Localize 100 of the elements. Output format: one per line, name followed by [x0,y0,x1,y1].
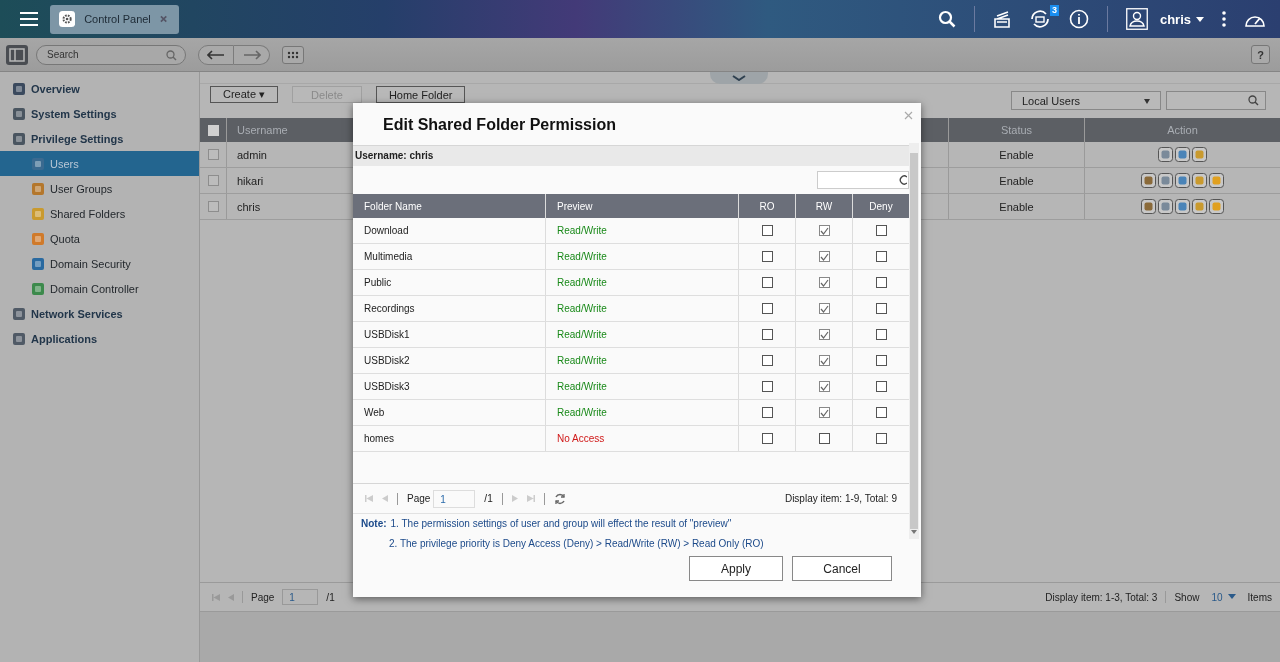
checkbox[interactable] [875,381,887,392]
sidebar-item[interactable]: Domain Security [0,251,199,276]
collapse-tab[interactable] [710,72,768,84]
checkbox[interactable] [761,329,773,340]
more-icon[interactable] [1222,11,1226,27]
sidebar-item[interactable]: User Groups [0,176,199,201]
stack-icon[interactable] [992,9,1011,29]
search-field[interactable] [817,171,909,189]
checkbox[interactable] [875,433,887,444]
checkbox[interactable] [761,433,773,444]
checkbox[interactable] [875,303,887,314]
action-icon[interactable] [1158,173,1173,188]
notification-badge: 3 [1049,5,1059,16]
action-icon[interactable] [1209,199,1224,214]
checkbox[interactable] [875,277,887,288]
info-icon[interactable] [1068,9,1089,29]
checkbox[interactable] [818,433,830,444]
square-icon [31,181,45,196]
page-size-dropdown[interactable]: 10 [1211,591,1236,603]
dialog-button[interactable]: Apply [689,556,783,581]
toolbar-button[interactable]: Create ▾ [210,86,279,103]
scrollbar[interactable] [909,143,919,539]
menu-icon[interactable] [20,12,38,26]
refresh-icon[interactable] [553,492,566,505]
sidebar-item[interactable]: Overview [0,76,199,101]
app-tab[interactable]: Control Panel [50,4,179,34]
action-icon[interactable] [1192,199,1207,214]
action-icon[interactable] [1158,147,1173,162]
action-icon[interactable] [1141,199,1156,214]
sidebar-item[interactable]: Domain Controller [0,276,199,301]
sidebar-item[interactable]: Users [0,151,199,176]
sidebar-item[interactable]: Quota [0,226,199,251]
checkbox[interactable] [875,329,887,340]
table-cell: Read/Write [546,244,739,269]
checkbox[interactable] [761,407,773,418]
page-total: /1 [484,493,493,504]
checkbox[interactable] [761,277,773,288]
action-icon[interactable] [1175,199,1190,214]
action-icon[interactable] [1158,199,1173,214]
sync-icon[interactable] [1028,9,1051,29]
page-field[interactable]: 1 [433,489,476,508]
sidebar-item[interactable]: Applications [0,326,199,351]
table-cell: homes [353,426,546,451]
column-header[interactable]: RO [739,194,796,218]
column-header[interactable]: RW [796,194,853,218]
page-field[interactable]: 1 [282,589,319,605]
help-button[interactable]: ? [1251,45,1270,64]
toolbar-button[interactable]: Home Folder [375,86,466,103]
action-icon[interactable] [1192,147,1207,162]
checkbox[interactable] [875,225,887,236]
checkbox[interactable] [875,251,887,262]
action-icon[interactable] [1175,147,1190,162]
sidebar-item[interactable]: Shared Folders [0,201,199,226]
checkbox[interactable] [761,251,773,262]
note-label: Note: [361,518,387,529]
checkbox[interactable] [875,355,887,366]
sidebar-toggle-icon[interactable] [6,44,28,65]
search-field[interactable]: Search [36,44,186,65]
row-checkbox[interactable] [207,175,219,186]
column-header[interactable]: Deny [853,194,909,218]
table-cell: Read/Write [546,296,739,321]
column-header[interactable]: Folder Name [353,194,546,218]
checkbox[interactable] [818,251,830,262]
row-checkbox[interactable] [207,201,219,212]
checkbox[interactable] [818,329,830,340]
sidebar-item[interactable]: System Settings [0,101,199,126]
sidebar-item[interactable]: Privilege Settings [0,126,199,151]
checkbox[interactable] [818,303,830,314]
column-header[interactable]: Preview [546,194,739,218]
action-icon[interactable] [1209,173,1224,188]
back-button[interactable] [198,44,234,65]
action-icon[interactable] [1175,173,1190,188]
search-field[interactable] [1166,91,1266,110]
checkbox[interactable] [875,407,887,418]
user-menu[interactable]: chris [1159,11,1204,27]
checkbox[interactable] [818,407,830,418]
dialog-button[interactable]: Cancel [792,556,892,581]
checkbox[interactable] [818,355,830,366]
checkbox[interactable] [818,277,830,288]
apps-button[interactable] [282,45,304,64]
user-icon[interactable] [1125,8,1148,30]
sidebar-item[interactable]: Network Services [0,301,199,326]
action-icon[interactable] [1141,173,1156,188]
square-icon [31,281,45,296]
checkmark-icon [819,330,829,339]
search-icon[interactable] [937,10,956,28]
checkbox[interactable] [761,355,773,366]
checkmark-icon [819,356,829,365]
action-icon[interactable] [1192,173,1207,188]
checkbox[interactable] [818,381,830,392]
checkbox[interactable] [761,381,773,392]
select-all-checkbox[interactable] [207,124,219,136]
show-label: Show [1174,591,1200,603]
checkbox[interactable] [761,225,773,236]
table-cell-text: hikari [236,174,265,187]
row-checkbox[interactable] [207,149,219,160]
checkbox[interactable] [818,225,830,236]
checkbox[interactable] [761,303,773,314]
dots-grid-icon [287,50,299,59]
filter-dropdown[interactable]: Local Users [1011,91,1161,110]
